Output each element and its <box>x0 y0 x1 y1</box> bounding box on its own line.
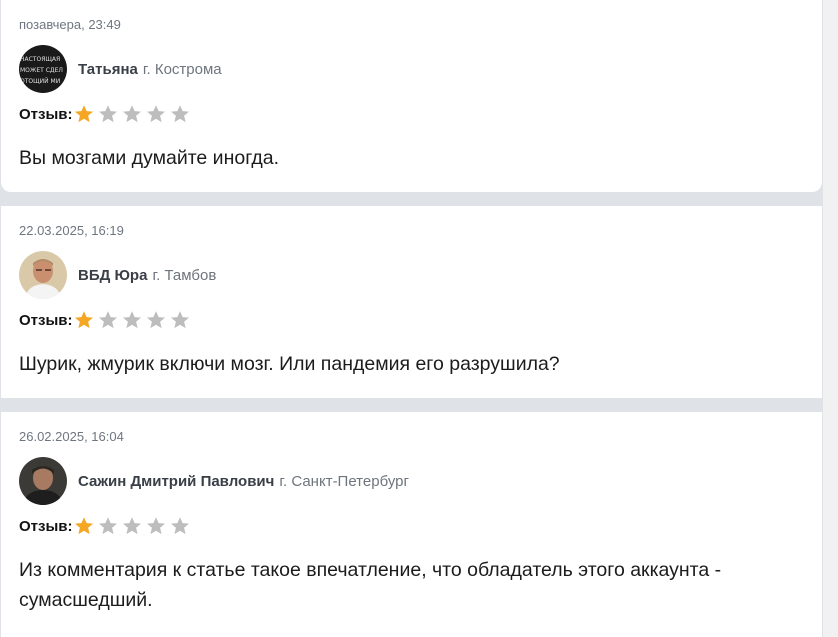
avatar[interactable] <box>19 251 67 299</box>
author-city: г. Тамбов <box>152 266 217 284</box>
star-filled-icon <box>74 311 93 329</box>
review-rating: Отзыв: <box>19 104 194 124</box>
avatar-text-line: МОЖЕТ СДЕЛ <box>20 67 63 74</box>
review-author: ВБД Юра г. Тамбов <box>19 251 216 299</box>
rating-label: Отзыв: <box>19 105 73 123</box>
star-empty-icon <box>170 105 189 123</box>
rating-label: Отзыв: <box>19 517 73 535</box>
review-card: 26.02.2025, 16:04 Сажин Дмитрий Павлович… <box>1 412 822 637</box>
avatar[interactable] <box>19 457 67 505</box>
star-empty-icon <box>122 105 141 123</box>
author-name[interactable]: ВБД Юра <box>78 267 147 284</box>
review-date: 22.03.2025, 16:19 <box>19 223 124 238</box>
author-city: г. Кострома <box>142 60 222 78</box>
review-card: позавчера, 23:49 НАСТОЯЩАЯ МОЖЕТ СДЕЛ ОТ… <box>1 0 822 192</box>
star-empty-icon <box>98 517 117 535</box>
review-text: Шурик, жмурик включи мозг. Или пандемия … <box>19 353 560 375</box>
star-empty-icon <box>98 105 117 123</box>
rating-stars <box>74 516 194 536</box>
author-name[interactable]: Сажин Дмитрий Павлович <box>78 473 274 490</box>
star-filled-icon <box>74 105 93 123</box>
star-empty-icon <box>122 517 141 535</box>
review-rating: Отзыв: <box>19 516 194 536</box>
star-empty-icon <box>170 311 189 329</box>
avatar[interactable]: НАСТОЯЩАЯ МОЖЕТ СДЕЛ ОТОЩИЙ МИ <box>19 45 67 93</box>
scrollbar[interactable] <box>823 0 838 637</box>
review-author: НАСТОЯЩАЯ МОЖЕТ СДЕЛ ОТОЩИЙ МИ Татьяна г… <box>19 45 222 93</box>
review-author: Сажин Дмитрий Павлович г. Санкт-Петербур… <box>19 457 409 505</box>
review-card: 22.03.2025, 16:19 ВБД Юра г. Тамбов Отзы… <box>1 206 822 398</box>
author-name[interactable]: Татьяна <box>78 61 138 78</box>
star-empty-icon <box>146 517 165 535</box>
avatar-text-line: ОТОЩИЙ МИ <box>20 78 60 85</box>
review-date: позавчера, 23:49 <box>19 17 121 32</box>
star-empty-icon <box>146 105 165 123</box>
review-rating: Отзыв: <box>19 310 194 330</box>
star-empty-icon <box>170 517 189 535</box>
star-filled-icon <box>74 517 93 535</box>
rating-stars <box>74 104 194 124</box>
star-empty-icon <box>146 311 165 329</box>
review-text: Вы мозгами думайте иногда. <box>19 147 280 169</box>
avatar-text-line: НАСТОЯЩАЯ <box>20 56 60 63</box>
rating-label: Отзыв: <box>19 311 73 329</box>
author-city: г. Санкт-Петербург <box>279 472 409 490</box>
star-empty-icon <box>122 311 141 329</box>
rating-stars <box>74 310 194 330</box>
review-date: 26.02.2025, 16:04 <box>19 429 124 444</box>
star-empty-icon <box>98 311 117 329</box>
review-text: Из комментария к статье такое впечатлени… <box>19 559 722 611</box>
